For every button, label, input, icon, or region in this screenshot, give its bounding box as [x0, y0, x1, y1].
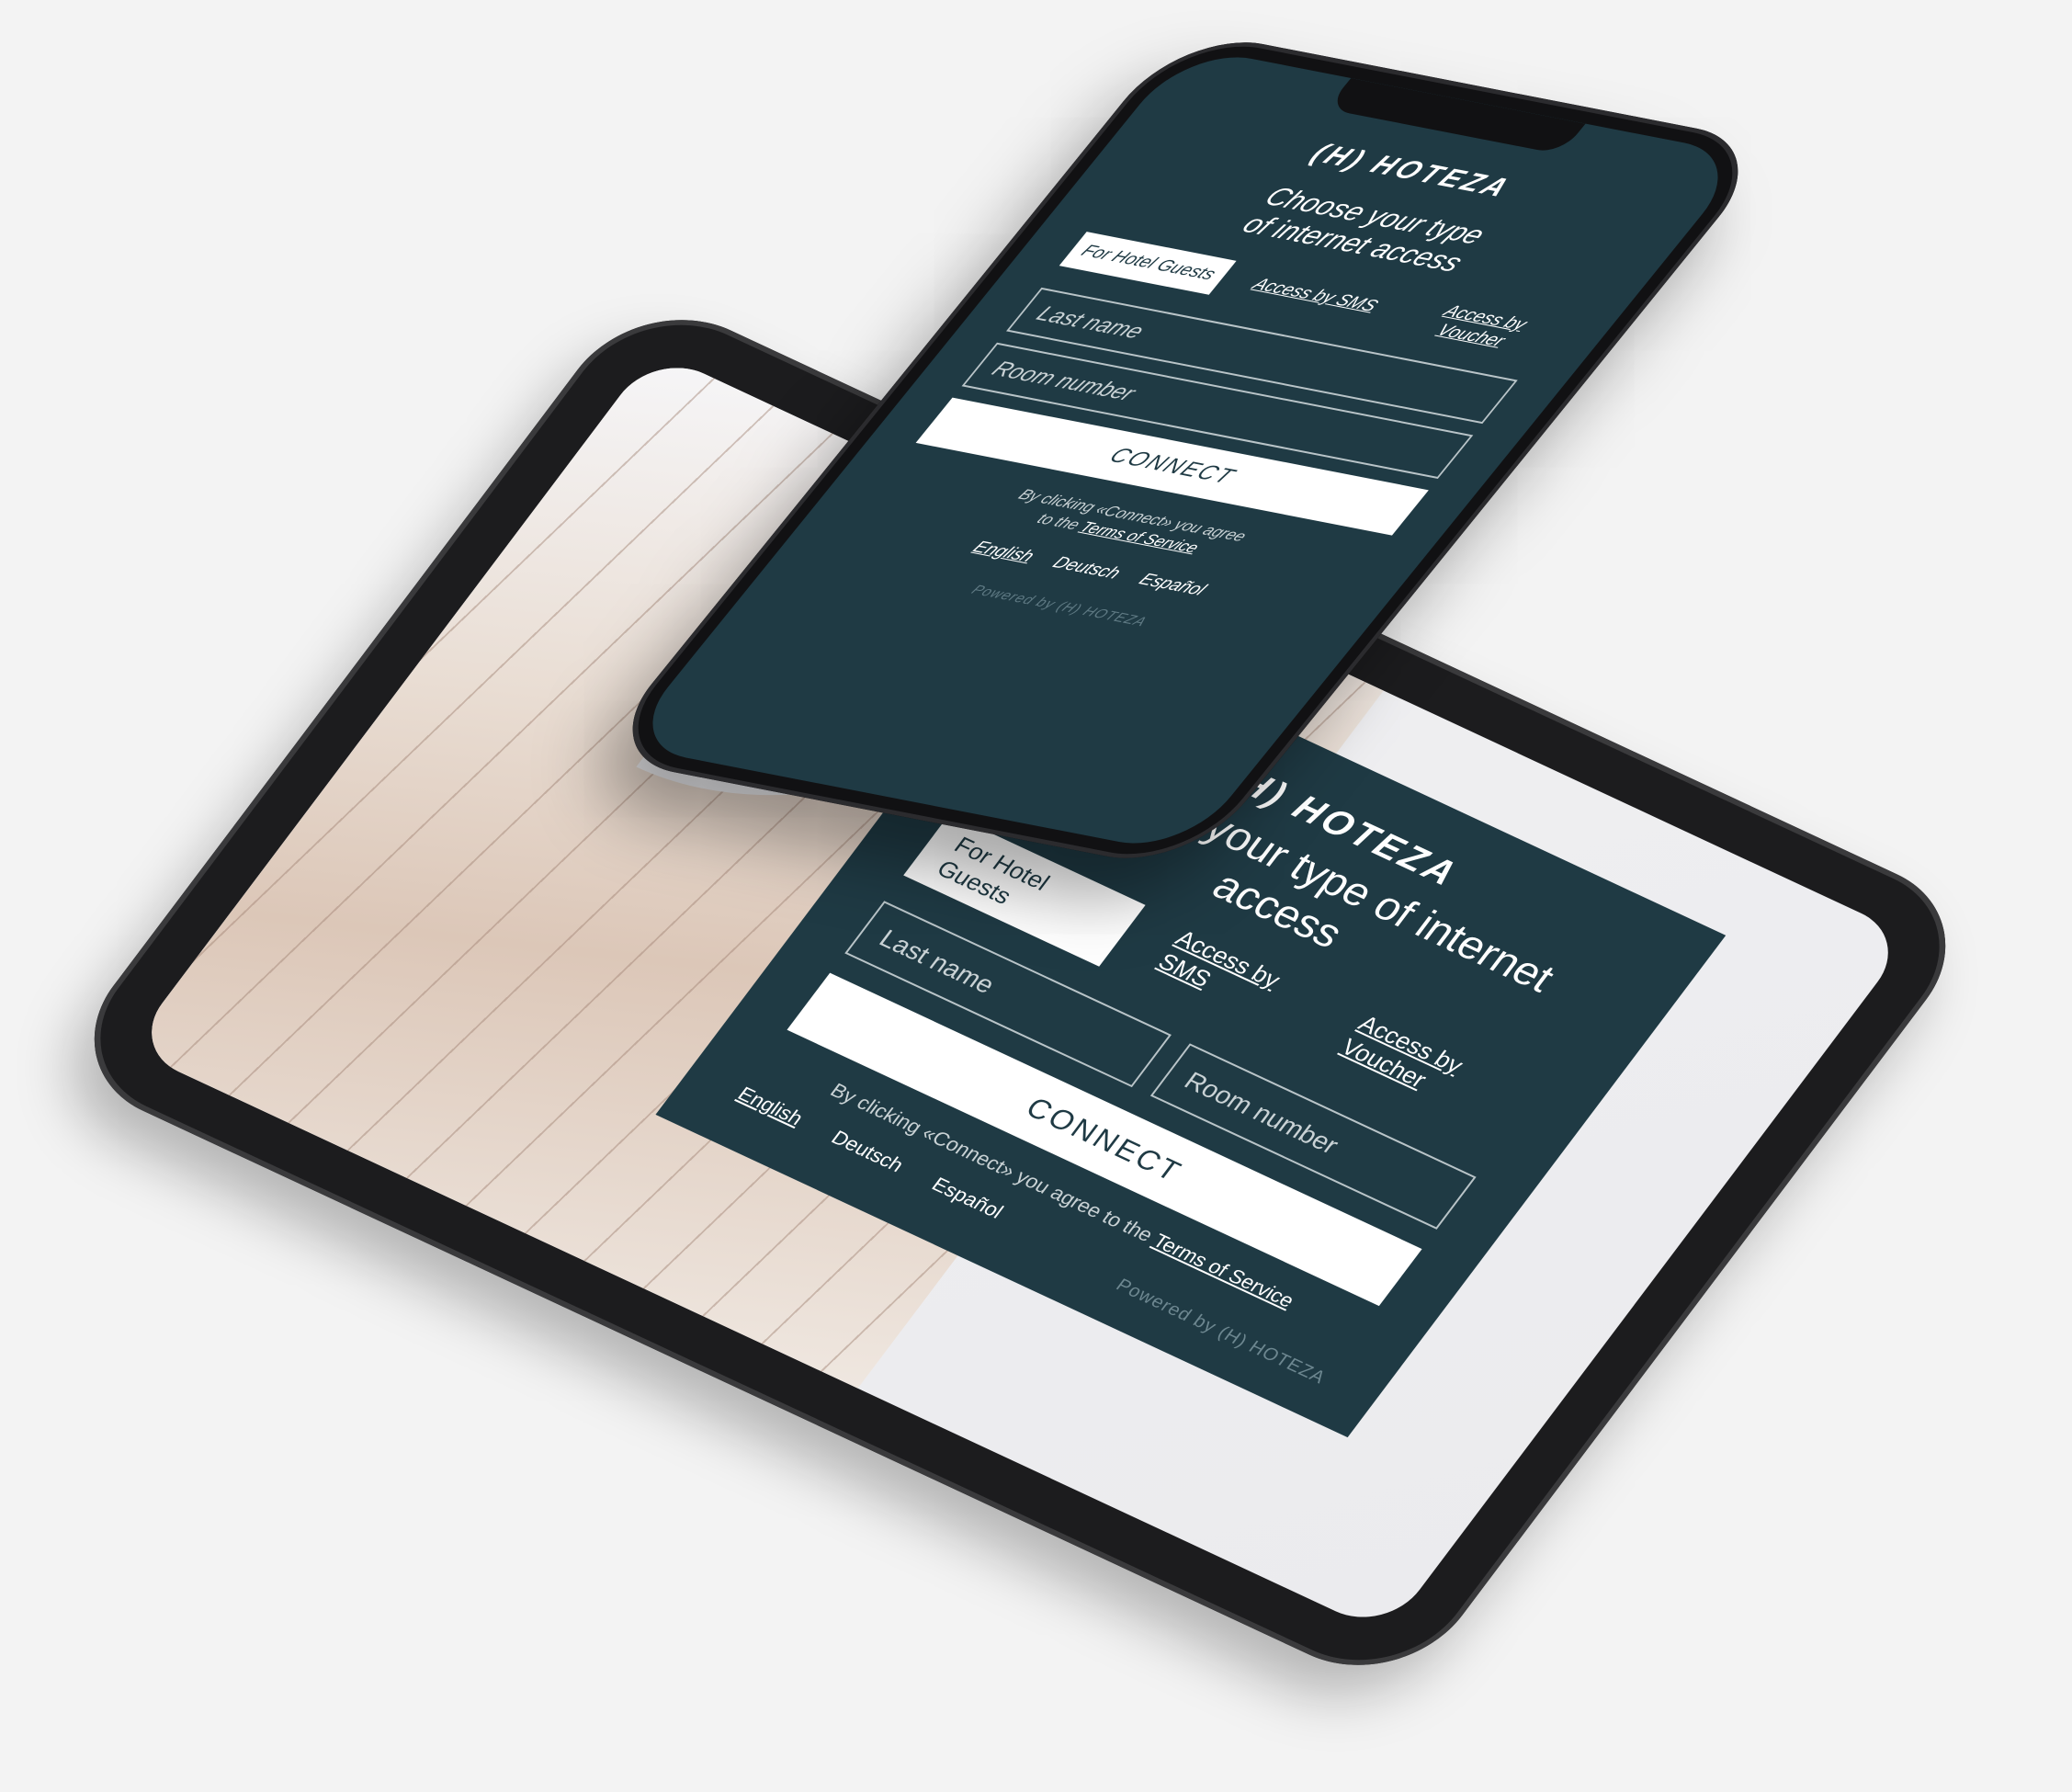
- lang-english[interactable]: English: [733, 1083, 809, 1130]
- mobile-lang-english[interactable]: English: [968, 539, 1038, 567]
- lang-deutsch[interactable]: Deutsch: [827, 1126, 909, 1176]
- mobile-tab-hotel-guests[interactable]: For Hotel Guests: [1059, 232, 1237, 295]
- mobile-lang-espanol[interactable]: Español: [1134, 571, 1210, 600]
- mobile-lang-deutsch[interactable]: Deutsch: [1047, 553, 1125, 584]
- mobile-tab-access-sms[interactable]: Access by SMS: [1236, 273, 1393, 319]
- lang-espanol[interactable]: Español: [927, 1173, 1008, 1223]
- mobile-tab-access-voucher[interactable]: Access by Voucher: [1392, 296, 1564, 359]
